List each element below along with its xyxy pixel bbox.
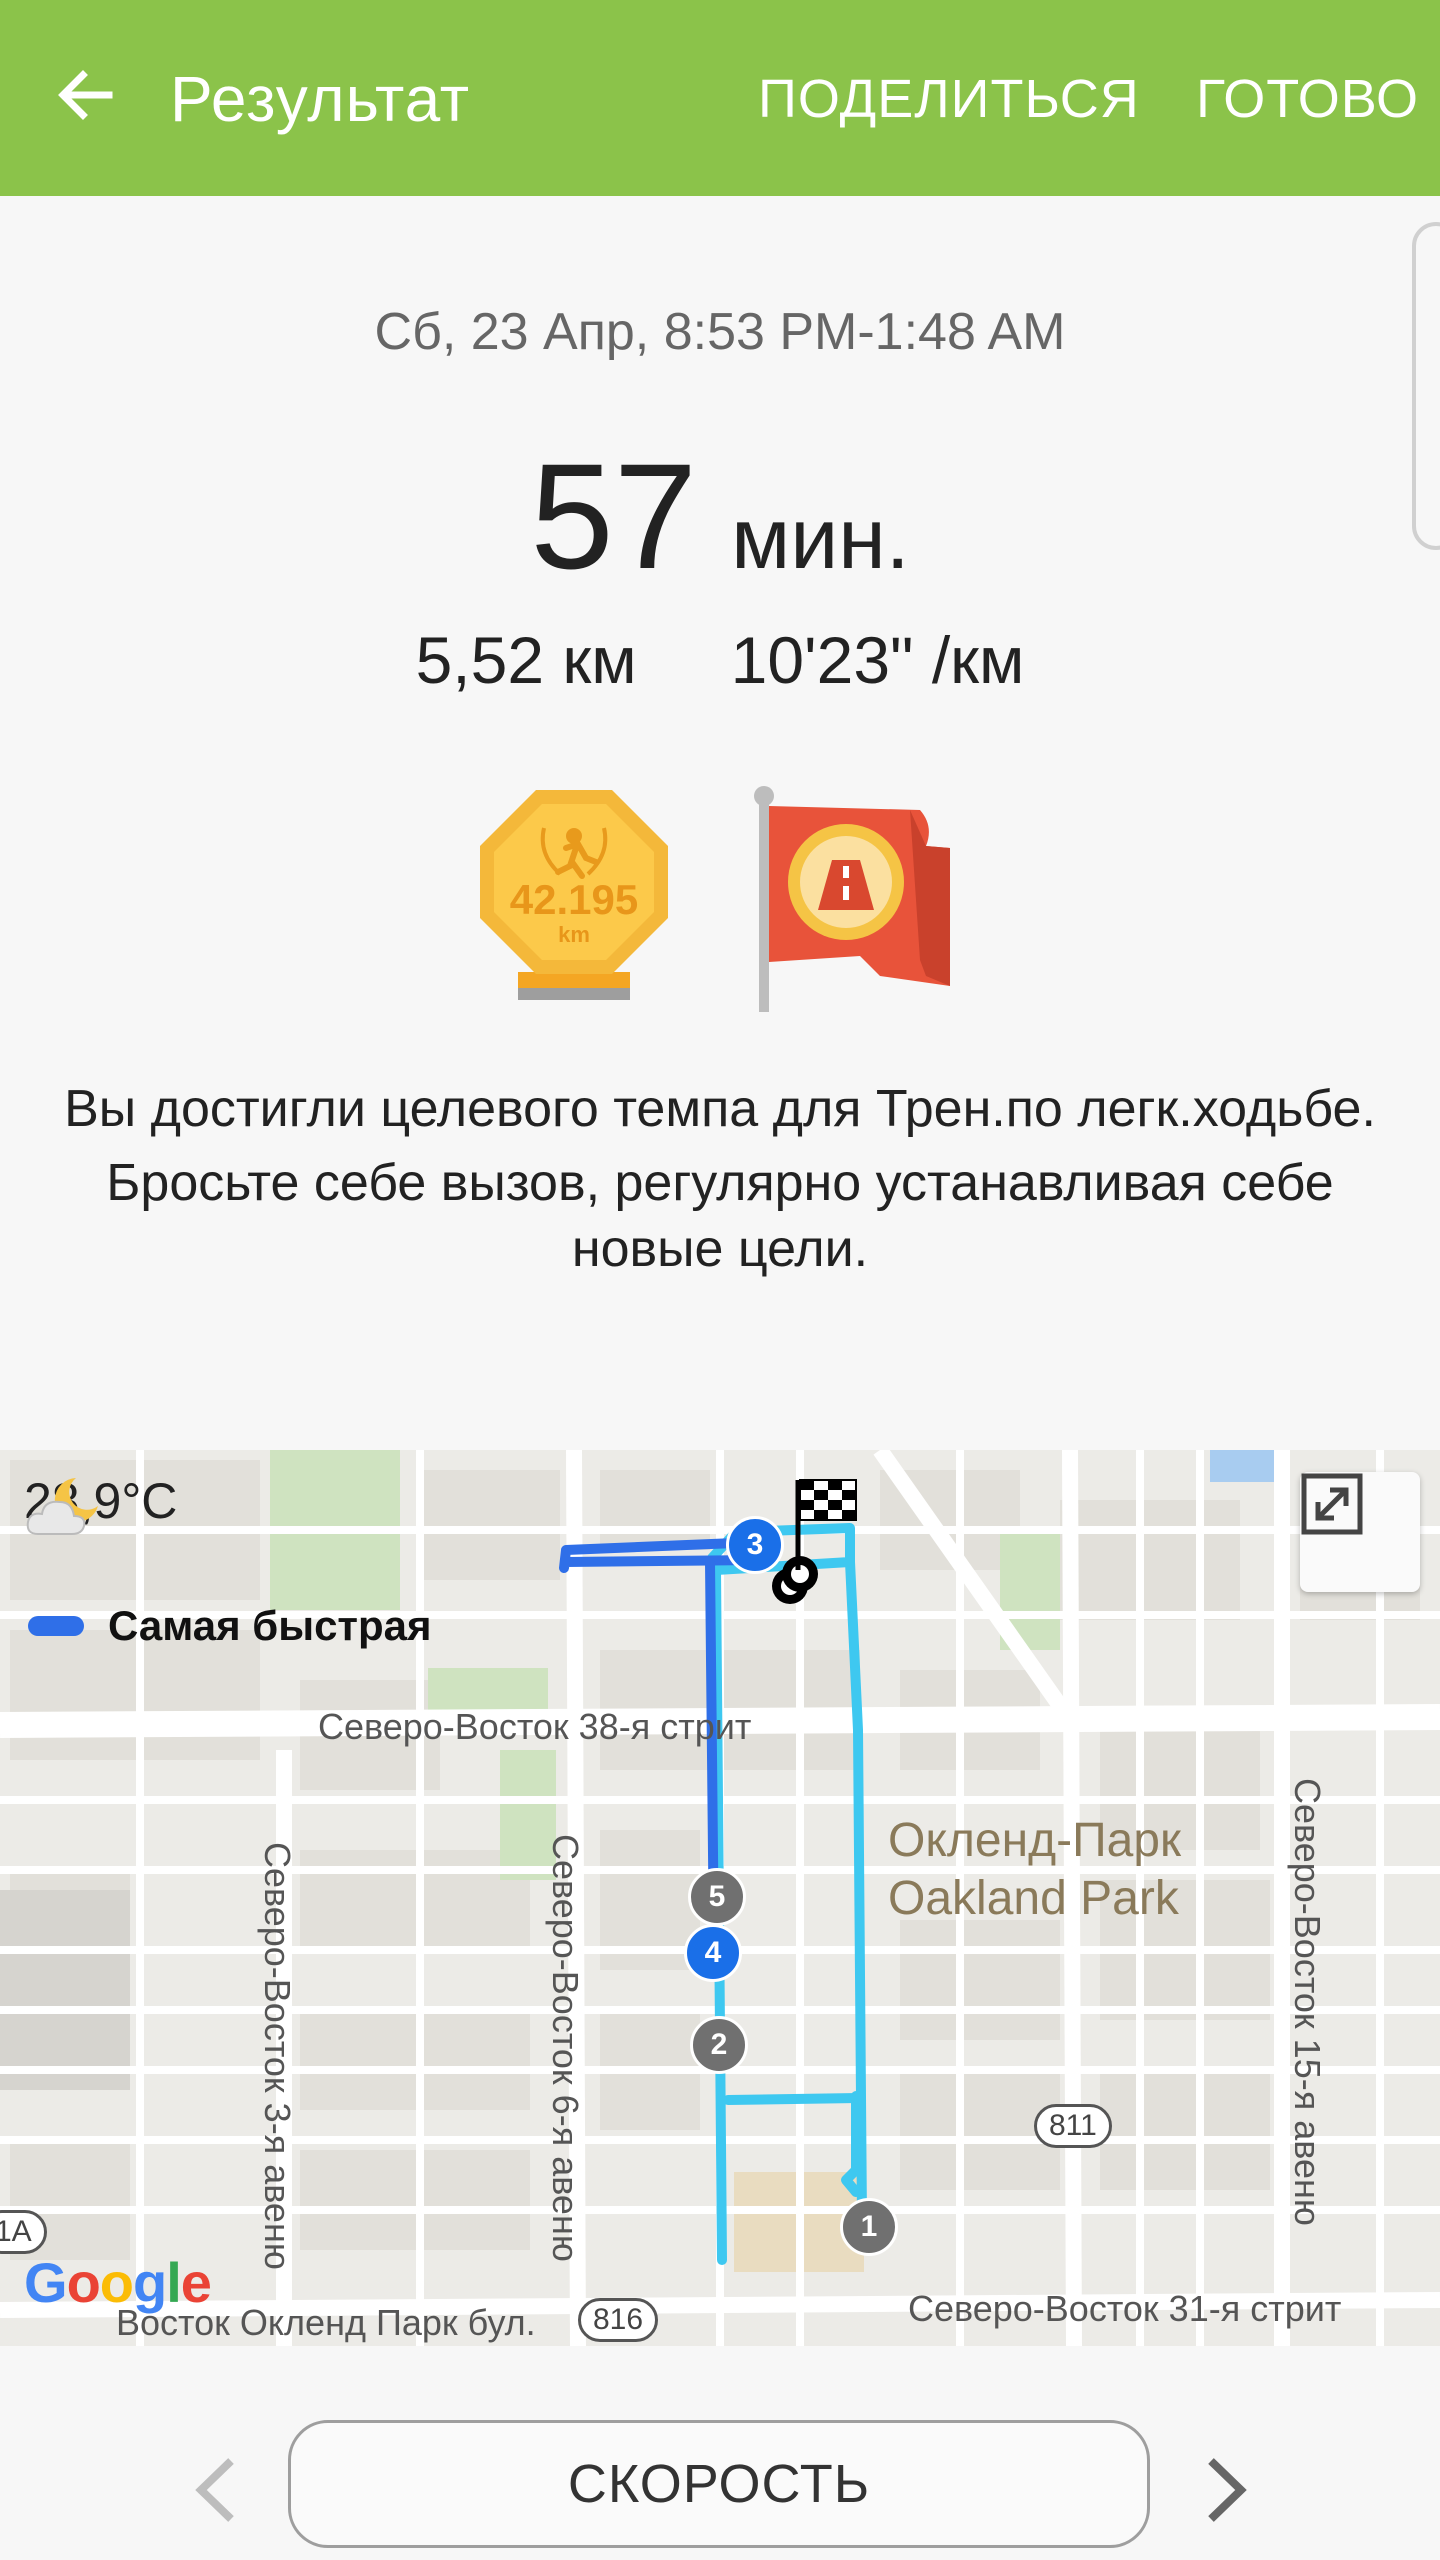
arrow-left-icon [58, 70, 113, 120]
duration-value: 57 [530, 432, 698, 600]
share-button[interactable]: ПОДЕЛИТЬСЯ [758, 68, 1140, 130]
badge-unit: km [558, 922, 590, 947]
legend-label: Самая быстрая [108, 1602, 432, 1649]
app-bar: Результат ПОДЕЛИТЬСЯ ГОТОВО [0, 0, 1440, 196]
workout-stats: 5,52 км 10'23" /км [0, 622, 1440, 698]
previous-metric-button[interactable] [176, 2450, 256, 2530]
route-816-shield: 816 [578, 2298, 659, 2342]
weather-info: 28,9°C [24, 1472, 177, 1535]
street-38-label: Северо-Восток 38-я стрит [318, 1706, 752, 1747]
page-title: Результат [170, 63, 471, 135]
next-metric-button[interactable] [1186, 2450, 1266, 2530]
avenue-15-label: Северо-Восток 15-я авеню [1287, 1778, 1328, 2226]
distance-value: 5,52 км [415, 623, 637, 697]
workout-datetime: Сб, 23 Апр, 8:53 PM-1:48 AM [374, 303, 1066, 361]
goal-flag-badge-icon[interactable] [750, 786, 970, 1016]
district-label-ru: Окленд-Парк [888, 1814, 1181, 1867]
chevron-left-icon [195, 2458, 234, 2522]
back-button[interactable] [40, 50, 130, 140]
chevron-right-icon [1208, 2458, 1247, 2522]
goal-message-line1: Вы достигли целевого темпа для Трен.по л… [64, 1080, 1376, 1138]
google-logo: Google [24, 2251, 212, 2314]
district-label: Окленд-Парк Oakland Park [888, 1812, 1181, 1928]
workout-duration: 57 мин. [0, 430, 1440, 603]
metric-selector-button[interactable]: СКОРОСТЬ [288, 2420, 1150, 2548]
avenue-3-label: Северо-Восток 3-я авеню [257, 1842, 298, 2270]
goal-message: Вы достигли целевого темпа для Трен.по л… [40, 1076, 1400, 1290]
split-marker-2[interactable]: 2 [690, 2016, 748, 2074]
split-marker-3[interactable]: 3 [726, 1516, 784, 1574]
route-811-shield: 811 [1034, 2104, 1112, 2148]
split-marker-4[interactable]: 4 [684, 1924, 742, 1982]
split-marker-1[interactable]: 1 [840, 2198, 898, 2256]
goal-message-line2: Бросьте себе вызов, регулярно устанавлив… [106, 1154, 1334, 1278]
route-map[interactable]: Северо-Восток 38-я стрит Северо-Восток 3… [0, 1450, 1440, 2346]
exit-1a-shield: 1A [0, 2210, 47, 2254]
done-button[interactable]: ГОТОВО [1196, 68, 1419, 130]
street-31-label: Северо-Восток 31-я стрит [908, 2288, 1342, 2329]
split-marker-5[interactable]: 5 [688, 1868, 746, 1926]
expand-icon [1301, 1473, 1363, 1535]
marathon-badge-icon[interactable]: 42.195 km [478, 788, 670, 1008]
avenue-6-label: Северо-Восток 6-я авеню [545, 1834, 586, 2262]
badge-distance: 42.195 [510, 876, 638, 923]
duration-unit: мин. [731, 491, 910, 587]
pace-value: 10'23" /км [730, 623, 1025, 697]
map-legend: Самая быстрая [28, 1602, 432, 1650]
district-label-en: Oakland Park [888, 1872, 1179, 1925]
legend-swatch [28, 1616, 84, 1636]
night-cloud-icon [26, 1478, 98, 1535]
expand-map-button[interactable] [1300, 1472, 1420, 1592]
